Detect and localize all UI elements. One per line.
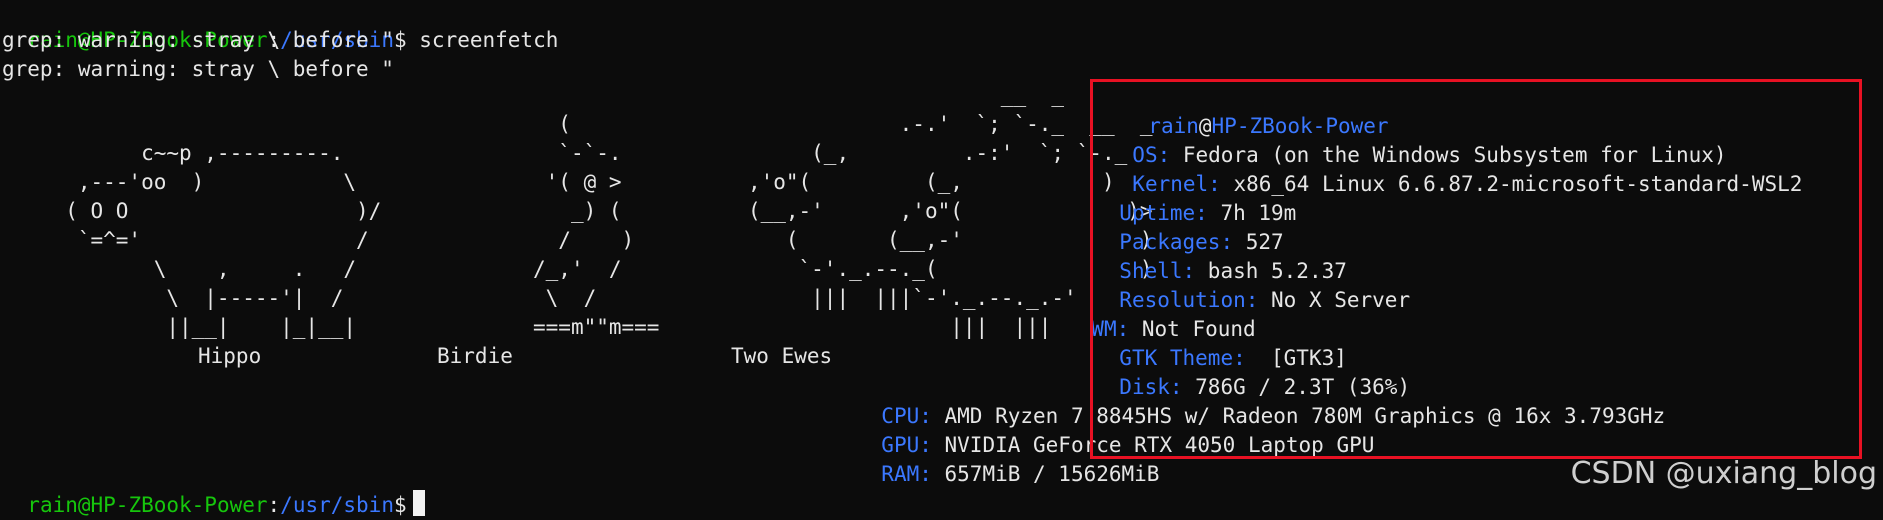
prompt-user-host: rain@HP-ZBook-Power <box>27 493 268 517</box>
art-label-birdie: Birdie <box>437 344 513 368</box>
watermark: CSDN @uxiang_blog <box>1570 456 1877 491</box>
prompt-path: /usr/sbin <box>280 493 394 517</box>
prompt-dollar: $ <box>393 493 407 517</box>
prompt-line: rain@HP-ZBook-Power:/usr/sbin$ screenfet… <box>2 0 558 52</box>
text-cursor[interactable] <box>412 490 425 516</box>
prompt-colon: : <box>267 493 281 517</box>
annotation-rectangle <box>1090 79 1862 459</box>
ascii-art-line: ( .-.' `; `-._ __ _ <box>2 112 1153 136</box>
ascii-art-line: ( O O )/ _) ( (__,-' ,'o"( )> <box>2 199 1153 223</box>
prompt-line-active[interactable]: rain@HP-ZBook-Power:/usr/sbin$ <box>2 461 425 517</box>
ascii-art-line: \ , . / /_,' / `-'._.--._( ) <box>2 257 1153 281</box>
art-label-hippo: Hippo <box>198 344 262 368</box>
ascii-art-line: ||__| |_|__| ===m""m=== ||| ||| <box>2 315 1052 339</box>
info-value: 657MiB / 15626MiB <box>931 462 1160 486</box>
art-label-two-ewes: Two Ewes <box>731 344 833 368</box>
ascii-art-line: c~~p ,---------. `-`-. (_, .-:' `; `-._ <box>2 141 1128 165</box>
command-text: screenfetch <box>419 28 559 52</box>
warning-line: grep: warning: stray \ before " <box>2 57 394 81</box>
info-key: RAM: <box>881 462 932 486</box>
warning-line: grep: warning: stray \ before " <box>2 28 394 52</box>
prompt-dollar: $ <box>393 28 407 52</box>
ascii-art-line: `=^=' / / ) ( (__,-' ) <box>2 228 1153 252</box>
ascii-art-line: \ |-----'| / \ / ||| |||`-'._.--._.-' <box>2 286 1077 310</box>
ascii-art-line: ,---'oo ) \ '( @ > ,'o"( (_, ) <box>2 170 1115 194</box>
ascii-art-line: __ _ <box>2 83 1065 107</box>
